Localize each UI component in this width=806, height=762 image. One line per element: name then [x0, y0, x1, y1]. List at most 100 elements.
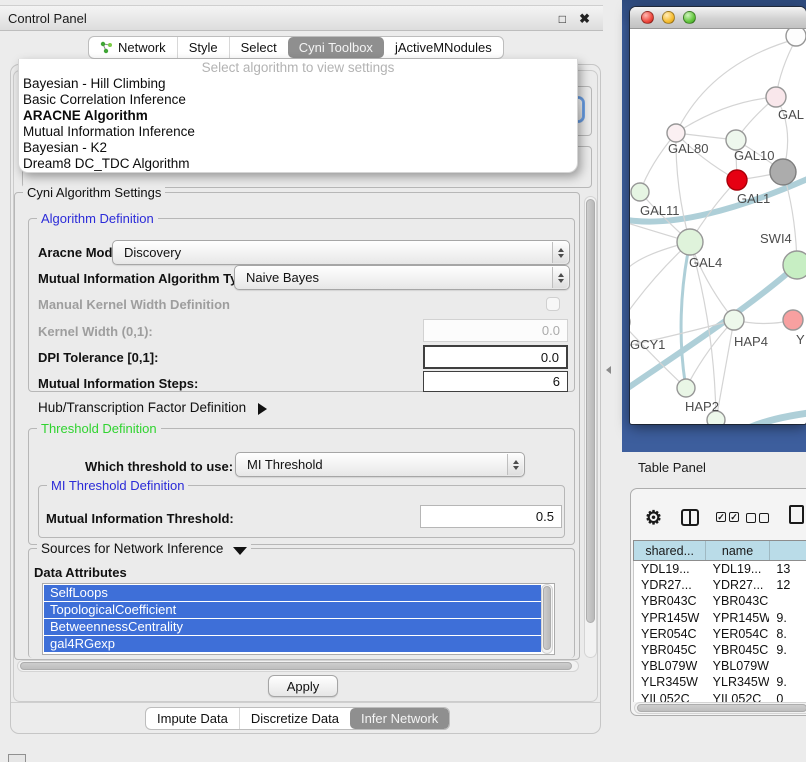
tab-style[interactable]: Style: [177, 37, 229, 58]
network-canvas[interactable]: GAL GAL80 GAL10 GAL1 GAL11 GAL4 SWI4 GCY…: [630, 29, 806, 424]
aracne-mode-combobox[interactable]: Discovery: [112, 240, 570, 265]
columns-icon[interactable]: [681, 509, 699, 526]
data-attribute-item[interactable]: BetweennessCentrality: [44, 619, 541, 635]
mi-steps-field[interactable]: 6: [423, 371, 568, 392]
column-header[interactable]: shared...: [634, 541, 705, 560]
dropdown-item[interactable]: Mutual Information Inference: [19, 124, 577, 140]
node-hap2[interactable]: [677, 379, 695, 397]
tab-label: Infer Network: [361, 711, 438, 726]
document-icon[interactable]: [789, 505, 804, 524]
table-row[interactable]: YIL052CYIL052C0: [634, 691, 806, 703]
gear-icon[interactable]: ⚙: [645, 507, 662, 530]
zoom-traffic-light-icon[interactable]: [683, 11, 696, 24]
deselect-all-columns-icon[interactable]: [746, 513, 769, 523]
unchecked-box-icon: [759, 513, 769, 523]
tab-network[interactable]: Network: [89, 37, 177, 58]
collapsed-panel-button[interactable]: [8, 754, 26, 762]
tab-infer-network[interactable]: Infer Network: [350, 708, 449, 729]
unchecked-box-icon: [746, 513, 756, 523]
expanded-arrow-icon: [233, 547, 247, 562]
table-row[interactable]: YDR27...YDR27...12: [634, 577, 806, 593]
sources-title-row[interactable]: Sources for Network Inference: [37, 541, 251, 562]
column-header[interactable]: name: [705, 541, 768, 560]
attribute-list-scrollbar-thumb[interactable]: [543, 586, 551, 650]
close-icon[interactable]: ✖: [579, 6, 590, 32]
hub-tf-definition-toggle[interactable]: Hub/Transcription Factor Definition: [38, 400, 273, 415]
node-label: HAP4: [734, 334, 768, 349]
dropdown-placeholder: Select algorithm to view settings: [19, 59, 577, 76]
data-attribute-item[interactable]: TopologicalCoefficient: [44, 602, 541, 618]
table-cell: YBR045C: [634, 642, 706, 658]
network-view-window[interactable]: GAL GAL80 GAL10 GAL1 GAL11 GAL4 SWI4 GCY…: [630, 7, 806, 424]
table-row[interactable]: YER054CYER054C8.: [634, 626, 806, 642]
mi-threshold-definition-title: MI Threshold Definition: [47, 478, 188, 493]
tab-jactivemnodules[interactable]: jActiveMNodules: [384, 37, 503, 58]
table-row[interactable]: YBR043CYBR043C: [634, 593, 806, 609]
tab-label: Impute Data: [157, 711, 228, 726]
dropdown-item[interactable]: Dream8 DC_TDC Algorithm: [19, 156, 577, 172]
tab-label: Cyni Toolbox: [299, 40, 373, 55]
node-swi4[interactable]: [783, 251, 806, 279]
dropdown-item[interactable]: Basic Correlation Inference: [19, 92, 577, 108]
select-all-columns-icon[interactable]: ✓ ✓: [716, 512, 739, 522]
table-cell: YBL079W: [634, 658, 706, 674]
table-cell: YLR345W: [634, 674, 706, 690]
table-cell: YIL052C: [634, 691, 706, 703]
minimize-traffic-light-icon[interactable]: [662, 11, 675, 24]
table-row[interactable]: YBL079WYBL079W: [634, 658, 806, 674]
table-horizontal-scrollbar[interactable]: [634, 702, 806, 714]
dpi-tolerance-field[interactable]: 0.0: [423, 345, 568, 369]
attribute-list-scrollbar[interactable]: [541, 584, 553, 654]
node-label: HAP2: [685, 399, 719, 414]
close-traffic-light-icon[interactable]: [641, 11, 654, 24]
algorithm-dropdown-list[interactable]: Select algorithm to view settings Bayesi…: [18, 59, 578, 173]
tab-cyni-toolbox[interactable]: Cyni Toolbox: [288, 37, 384, 58]
column-header[interactable]: [769, 541, 806, 560]
table-row[interactable]: YPR145WYPR145W9.: [634, 610, 806, 626]
table-row[interactable]: YDL19...YDL19...13: [634, 561, 806, 577]
tab-label: Network: [118, 40, 166, 55]
which-threshold-combobox[interactable]: MI Threshold: [235, 452, 525, 477]
node-unlabeled-top[interactable]: [786, 29, 806, 46]
node-gal11[interactable]: [631, 183, 649, 201]
table-horizontal-scrollbar-thumb[interactable]: [637, 704, 806, 712]
dropdown-item[interactable]: Bayesian - Hill Climbing: [19, 76, 577, 92]
float-icon[interactable]: □: [559, 6, 566, 32]
data-attributes-list[interactable]: SelfLoopsTopologicalCoefficientBetweenne…: [42, 583, 555, 655]
node-gal4[interactable]: [677, 229, 703, 255]
tab-impute-data[interactable]: Impute Data: [146, 708, 239, 729]
node-attribute-table[interactable]: shared... name YDL19...YDL19...13YDR27..…: [633, 540, 806, 702]
mi-threshold-field[interactable]: 0.5: [420, 505, 562, 528]
kernel-width-label: Kernel Width (0,1):: [38, 324, 153, 339]
manual-kernel-width-checkbox[interactable]: [546, 297, 560, 311]
node-gal-partial[interactable]: [766, 87, 786, 107]
tab-label: Discretize Data: [251, 711, 339, 726]
node-gal80[interactable]: [667, 124, 685, 142]
table-cell: YBR045C: [706, 642, 770, 658]
mi-type-combobox[interactable]: Naive Bayes: [234, 265, 570, 290]
table-row[interactable]: YBR045CYBR045C9.: [634, 642, 806, 658]
data-attribute-item[interactable]: SelfLoops: [44, 585, 541, 601]
node-gal1-highlighted[interactable]: [727, 170, 747, 190]
splitter-collapse-icon[interactable]: [606, 366, 611, 374]
table-row[interactable]: YLR345WYLR345W9.: [634, 674, 806, 690]
settings-horizontal-scrollbar-thumb[interactable]: [20, 662, 572, 670]
network-window-titlebar[interactable]: [630, 7, 806, 29]
node-hap4[interactable]: [724, 310, 744, 330]
tab-select[interactable]: Select: [229, 37, 288, 58]
tab-discretize-data[interactable]: Discretize Data: [239, 708, 350, 729]
data-attribute-item[interactable]: gal4RGexp: [44, 636, 541, 652]
combo-stepper-icon: [507, 454, 523, 475]
node-label: GAL11: [640, 203, 680, 218]
apply-button[interactable]: Apply: [268, 675, 338, 697]
settings-vertical-scrollbar[interactable]: [584, 196, 597, 658]
collapsed-arrow-icon: [258, 403, 273, 415]
dropdown-item[interactable]: Bayesian - K2: [19, 140, 577, 156]
dropdown-item[interactable]: ARACNE Algorithm: [19, 108, 577, 124]
table-body[interactable]: YDL19...YDL19...13YDR27...YDR27...12YBR0…: [633, 561, 806, 702]
node-salmon[interactable]: [783, 310, 803, 330]
kernel-width-field[interactable]: 0.0: [423, 319, 568, 342]
settings-horizontal-scrollbar[interactable]: [17, 660, 579, 672]
settings-vertical-scrollbar-thumb[interactable]: [586, 199, 595, 623]
node-gal10[interactable]: [726, 130, 746, 150]
